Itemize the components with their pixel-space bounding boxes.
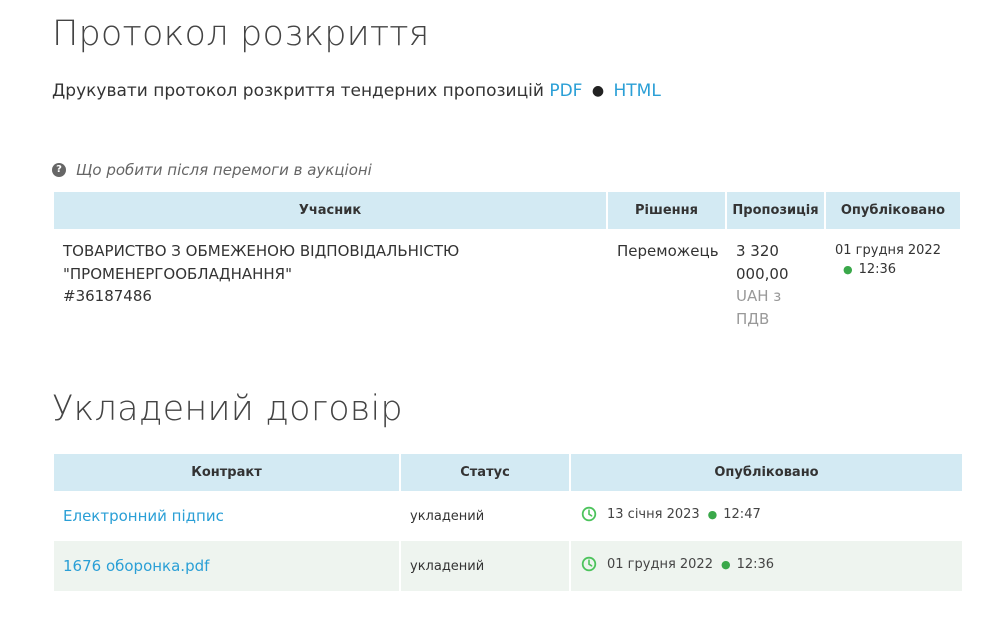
- col-published: Опубліковано: [826, 192, 960, 229]
- table-row: 1676 оборонка.pdf укладений 01 грудня 20…: [54, 541, 962, 591]
- pdf-link[interactable]: PDF: [549, 81, 582, 101]
- col-contract: Контракт: [54, 454, 399, 491]
- offer-amount-cont: 000,00: [736, 264, 789, 283]
- offer-currency: UAH з: [736, 287, 782, 305]
- participant-name-quoted: "ПРОМЕНЕРГООБЛАДНАННЯ": [63, 264, 292, 283]
- offer-vat: ПДВ: [736, 309, 770, 328]
- green-dot-icon: ●: [707, 507, 718, 521]
- clock-icon: [581, 556, 597, 572]
- contract-doc-link[interactable]: Електронний підпис: [63, 507, 224, 525]
- html-link[interactable]: HTML: [614, 81, 661, 101]
- published-date: 01 грудня 2022: [835, 243, 941, 258]
- green-dot-icon: ●: [843, 263, 853, 276]
- participant-name: ТОВАРИСТВО З ОБМЕЖЕНОЮ ВІДПОВІДАЛЬНІСТЮ: [63, 242, 460, 260]
- after-win-help-text[interactable]: Що робити після перемоги в аукціоні: [76, 160, 372, 180]
- separator-dot: ●: [591, 83, 605, 99]
- col-participant: Учасник: [54, 192, 606, 229]
- col-status: Статус: [401, 454, 569, 491]
- offer-amount: 3 320: [736, 242, 779, 260]
- contract-status: укладений: [410, 508, 485, 524]
- contract-time: 12:47: [723, 506, 761, 522]
- print-protocol-text: Друкувати протокол розкриття тендерних п…: [52, 81, 544, 101]
- clock-icon: [581, 506, 597, 522]
- question-icon: ?: [52, 163, 66, 177]
- green-dot-icon: ●: [720, 557, 731, 571]
- contract-date: 13 січня 2023: [607, 506, 700, 522]
- contract-date: 01 грудня 2022: [607, 556, 713, 572]
- decision-cell: Переможець: [617, 242, 719, 260]
- contract-doc-link[interactable]: 1676 оборонка.pdf: [63, 557, 209, 575]
- contract-time: 12:36: [736, 556, 775, 572]
- contract-table: Контракт Статус Опубліковано Електронний…: [52, 454, 964, 591]
- table-row: Електронний підпис укладений 13 січня 20…: [54, 491, 962, 541]
- col-decision: Рішення: [608, 192, 725, 229]
- col-contract-published: Опубліковано: [571, 454, 962, 491]
- print-protocol-line: Друкувати протокол розкриття тендерних п…: [52, 80, 661, 103]
- bids-table: Учасник Рішення Пропозиція Опубліковано …: [52, 192, 962, 330]
- offer-cell: 3 320 000,00 UAH з ПДВ: [727, 229, 824, 330]
- published-cell: 01 грудня 2022 ● 12:36: [826, 229, 960, 330]
- contract-status: укладений: [401, 541, 569, 591]
- protocol-title: Протокол розкриття: [52, 14, 430, 54]
- participant-cell: ТОВАРИСТВО З ОБМЕЖЕНОЮ ВІДПОВІДАЛЬНІСТЮ …: [54, 229, 606, 330]
- col-offer: Пропозиція: [727, 192, 824, 229]
- published-time: 12:36: [858, 262, 897, 277]
- participant-code: #36187486: [63, 287, 152, 305]
- after-win-help[interactable]: ? Що робити після перемоги в аукціоні: [52, 160, 372, 180]
- contract-title: Укладений договір: [52, 389, 403, 429]
- table-row: ТОВАРИСТВО З ОБМЕЖЕНОЮ ВІДПОВІДАЛЬНІСТЮ …: [54, 229, 960, 330]
